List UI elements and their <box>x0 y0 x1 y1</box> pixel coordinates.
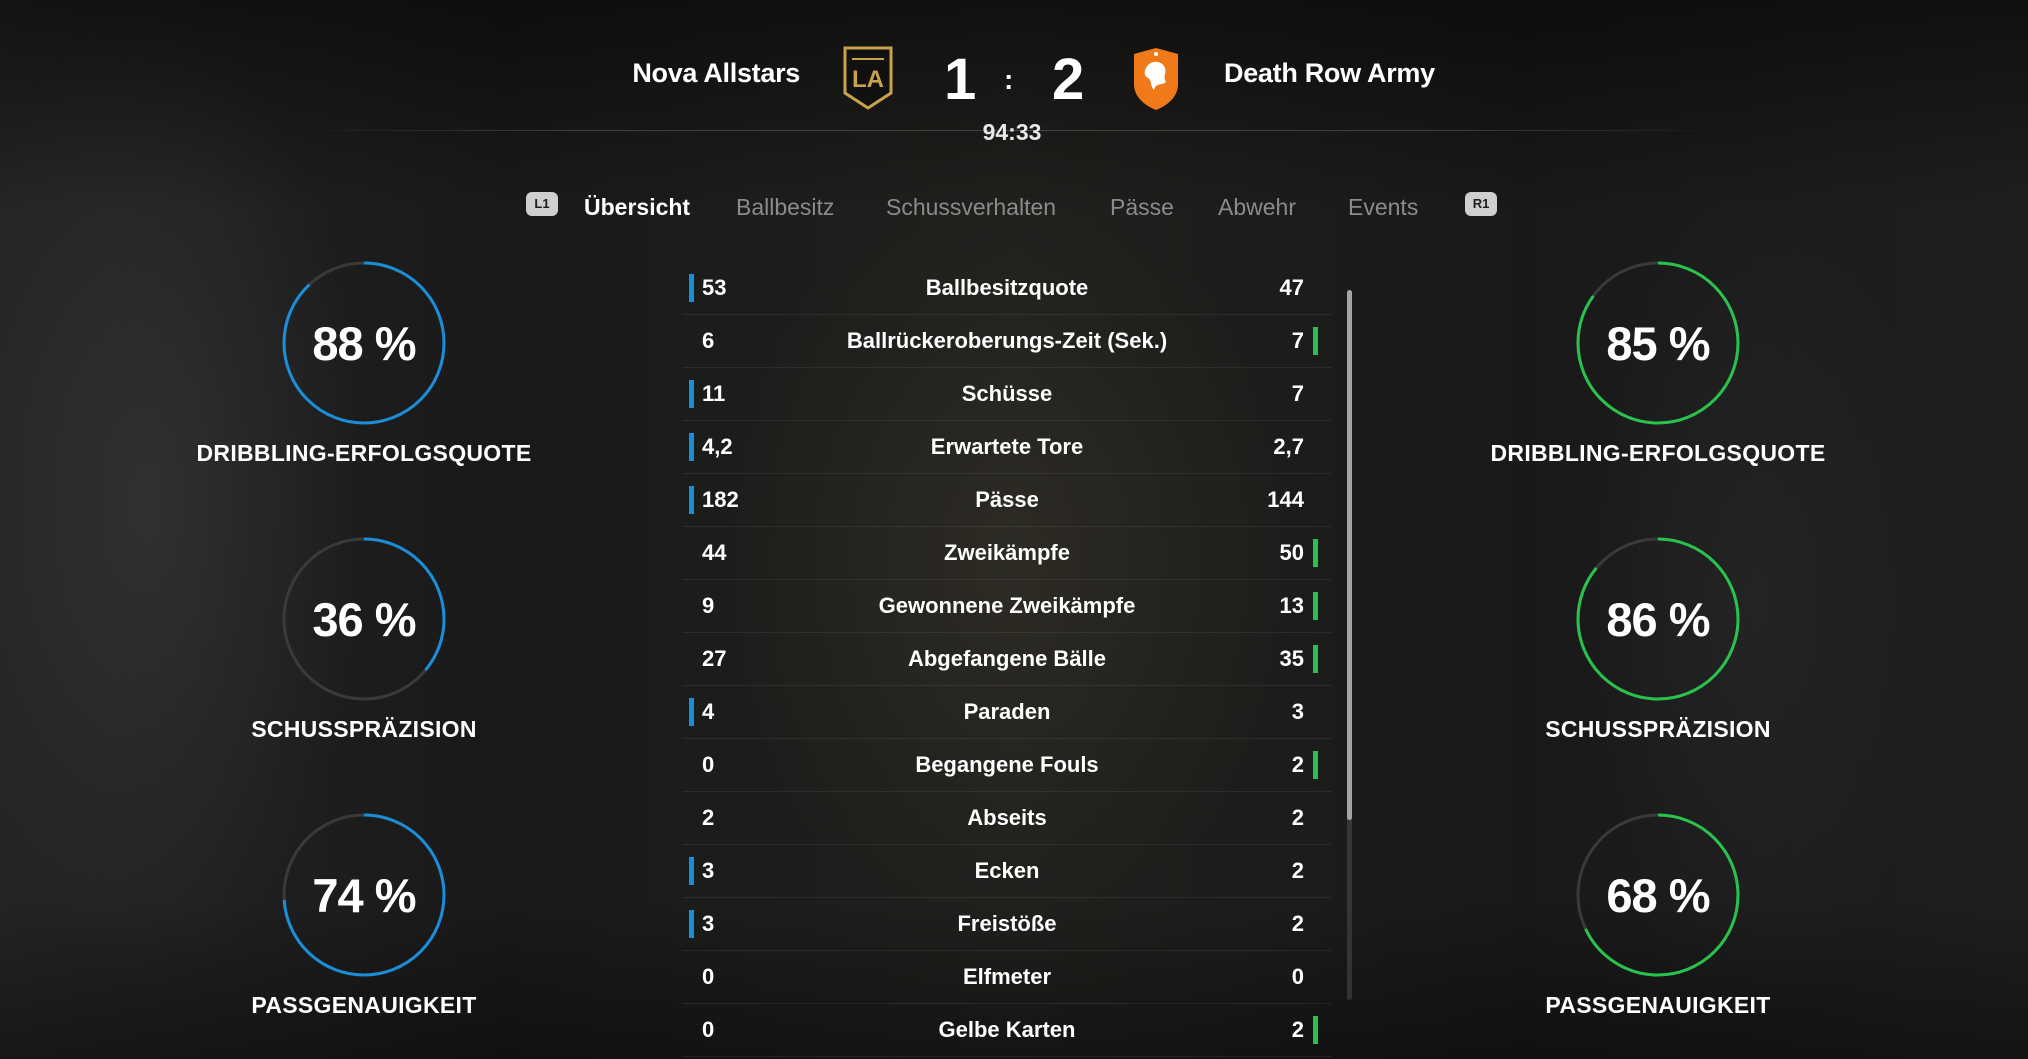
stat-row: 6 Ballrückeroberungs-Zeit (Sek.) 7 <box>682 315 1332 368</box>
match-clock: 94:33 <box>982 119 1042 145</box>
stats-tab-bar: L1 Übersicht Ballbesitz Schussverhalten … <box>0 190 2028 226</box>
away-team-name: Death Row Army <box>1224 58 1435 88</box>
stat-label: Abseits <box>967 805 1047 830</box>
gauge-value: 85 % <box>1606 316 1710 370</box>
tab-ballbesitz[interactable]: Ballbesitz <box>736 194 834 221</box>
stat-label: Erwartete Tore <box>930 434 1084 459</box>
stat-label: Zweikämpfe <box>944 540 1070 565</box>
away-lead-marker <box>1313 327 1318 355</box>
away-lead-marker <box>1313 751 1318 779</box>
stats-scrollbar[interactable] <box>1347 290 1352 1000</box>
tab-uebersicht[interactable]: Übersicht <box>584 194 690 221</box>
stat-label: Ballbesitzquote <box>925 275 1089 300</box>
home-shot-accuracy-gauge: 36 % <box>281 536 447 702</box>
stat-away-value: 2 <box>1291 752 1304 777</box>
gauge-value: 88 % <box>312 316 416 370</box>
stat-label: Gewonnene Zweikämpfe <box>878 593 1136 618</box>
stat-away-value: 0 <box>1291 964 1304 989</box>
tab-abwehr[interactable]: Abwehr <box>1218 194 1296 221</box>
gauge-label: SCHUSSPRÄZISION <box>1545 716 1771 742</box>
stat-label: Begangene Fouls <box>915 752 1099 777</box>
stat-row: 0 Begangene Fouls 2 <box>682 739 1332 792</box>
away-lead-marker <box>1313 539 1318 567</box>
home-dribbling-gauge: 88 % <box>281 260 447 426</box>
stat-away-value: 7 <box>1291 328 1304 353</box>
stat-row: 3 Freistöße 2 <box>682 898 1332 951</box>
stats-table[interactable]: 53 Ballbesitzquote 47 6 Ballrückeroberungs-Z… <box>682 262 1332 1057</box>
tab-events[interactable]: Events <box>1348 194 1418 221</box>
stat-row: 53 Ballbesitzquote 47 <box>682 262 1332 315</box>
home-pass-accuracy-gauge: 74 % <box>281 812 447 978</box>
stat-label: Abgefangene Bälle <box>907 646 1107 671</box>
svg-text:LA: LA <box>852 66 884 93</box>
stat-row: 182 Pässe 144 <box>682 474 1332 527</box>
away-pass-accuracy-gauge: 68 % <box>1575 812 1741 978</box>
stat-away-value: 47 <box>1279 275 1304 300</box>
stat-label: Schüsse <box>961 381 1053 406</box>
stat-away-value: 144 <box>1267 487 1304 512</box>
stat-away-value: 50 <box>1279 540 1304 565</box>
tab-paesse[interactable]: Pässe <box>1110 194 1174 221</box>
stat-away-value: 2 <box>1291 911 1304 936</box>
stat-row: 9 Gewonnene Zweikämpfe 13 <box>682 580 1332 633</box>
stat-label: Pässe <box>975 487 1039 512</box>
stat-label: Gelbe Karten <box>938 1017 1076 1042</box>
away-lead-marker <box>1313 592 1318 620</box>
gauge-label: DRIBBLING-ERFOLGSQUOTE <box>1490 440 1826 466</box>
gauge-label: SCHUSSPRÄZISION <box>251 716 477 742</box>
stat-away-value: 2 <box>1291 1017 1304 1042</box>
away-lead-marker <box>1313 645 1318 673</box>
gauge-value: 68 % <box>1606 868 1710 922</box>
away-lead-marker <box>1313 1016 1318 1044</box>
stat-label: Elfmeter <box>962 964 1052 989</box>
match-stats-screen: Nova Allstars LA 1 : 2 Death Row Army 94… <box>0 0 2028 1059</box>
stat-row: 2 Abseits 2 <box>682 792 1332 845</box>
stat-away-value: 2,7 <box>1273 434 1304 459</box>
stat-label: Freistöße <box>957 911 1057 936</box>
stat-away-value: 35 <box>1279 646 1304 671</box>
lafc-crest-icon: LA <box>842 45 894 111</box>
stat-away-value: 3 <box>1291 699 1304 724</box>
gauge-label: PASSGENAUIGKEIT <box>251 992 477 1018</box>
stat-row: 0 Gelbe Karten 2 <box>682 1004 1332 1057</box>
stat-row: 27 Abgefangene Bälle 35 <box>682 633 1332 686</box>
gauge-label: DRIBBLING-ERFOLGSQUOTE <box>196 440 532 466</box>
stat-row: 4,2 Erwartete Tore 2,7 <box>682 421 1332 474</box>
stat-row: 11 Schüsse 7 <box>682 368 1332 421</box>
gauge-value: 86 % <box>1606 592 1710 646</box>
score-separator: : <box>1004 64 1014 95</box>
lion-crest-icon <box>1130 46 1182 112</box>
gauge-label: PASSGENAUIGKEIT <box>1545 992 1771 1018</box>
l1-button-icon[interactable]: L1 <box>526 192 558 216</box>
home-score: 1 <box>944 47 977 112</box>
stat-row: 4 Paraden 3 <box>682 686 1332 739</box>
gauge-value: 74 % <box>312 868 416 922</box>
home-team-name: Nova Allstars <box>632 58 800 88</box>
r1-button-icon[interactable]: R1 <box>1465 192 1497 216</box>
stat-label: Ballrückeroberungs-Zeit (Sek.) <box>846 328 1168 353</box>
away-dribbling-gauge: 85 % <box>1575 260 1741 426</box>
stat-away-value: 2 <box>1291 805 1304 830</box>
stat-away-value: 7 <box>1291 381 1304 406</box>
stat-row: 3 Ecken 2 <box>682 845 1332 898</box>
scrollbar-thumb[interactable] <box>1347 290 1352 820</box>
stat-label: Paraden <box>963 699 1051 724</box>
header-divider <box>290 130 1730 131</box>
stat-away-value: 13 <box>1279 593 1304 618</box>
stat-row: 44 Zweikämpfe 50 <box>682 527 1332 580</box>
stat-label: Ecken <box>974 858 1040 883</box>
stat-away-value: 2 <box>1291 858 1304 883</box>
tab-schussverhalten[interactable]: Schussverhalten <box>886 194 1056 221</box>
away-shot-accuracy-gauge: 86 % <box>1575 536 1741 702</box>
away-score: 2 <box>1052 47 1085 112</box>
gauge-value: 36 % <box>312 592 416 646</box>
stat-row: 0 Elfmeter 0 <box>682 951 1332 1004</box>
